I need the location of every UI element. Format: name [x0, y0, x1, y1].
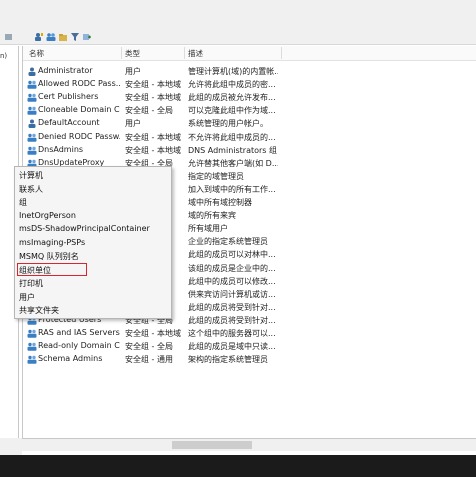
back-icon[interactable] — [4, 32, 14, 42]
table-row[interactable]: Cert Publishers 安全组 - 本地域 此组的成员被允许发布... — [23, 91, 476, 104]
row-name: Cloneable Domain C... — [38, 105, 120, 115]
group-icon — [27, 93, 37, 102]
menu-item[interactable]: 联系人 — [19, 184, 43, 195]
row-description: 所有域用户 — [188, 224, 228, 234]
list-header: 名称 类型 描述 — [23, 46, 476, 61]
column-header-desc[interactable]: 描述 — [188, 48, 203, 59]
menu-item[interactable]: 组 — [19, 197, 27, 208]
row-description: 域中所有域控制器 — [188, 198, 252, 207]
group-icon — [27, 107, 37, 116]
group-icon — [27, 329, 37, 338]
user-icon — [28, 119, 36, 129]
row-description: 企业的指定系统管理员 — [188, 237, 268, 247]
row-name: Cert Publishers — [38, 92, 99, 102]
table-row[interactable]: DnsAdmins 安全组 - 本地域 DNS Administrators 组 — [23, 144, 476, 157]
tree-item-fragment[interactable]: n) — [0, 52, 7, 60]
row-description: 系统管理的用户帐户。 — [188, 119, 268, 129]
toolbar — [0, 30, 476, 45]
row-name: RAS and IAS Servers — [38, 328, 120, 337]
row-type: 安全组 - 通用 — [125, 355, 173, 365]
table-row[interactable]: Schema Admins 安全组 - 通用 架构的指定系统管理员 — [23, 353, 476, 366]
row-name: DefaultAccount — [38, 118, 100, 128]
group-icon — [27, 80, 37, 89]
table-row[interactable]: DefaultAccount 用户 系统管理的用户帐户。 — [23, 117, 476, 130]
new-ou-icon[interactable] — [58, 32, 68, 42]
row-description: DNS Administrators 组 — [188, 145, 278, 155]
column-header-name[interactable]: 名称 — [29, 48, 44, 59]
table-row[interactable]: Cloneable Domain C... 安全组 - 全局 可以克隆此组中作为域.… — [23, 104, 476, 117]
group-icon — [27, 146, 37, 155]
new-object-menu: 计算机联系人组 InetOrgPerson msDS-ShadowPrincipal… — [14, 166, 172, 319]
column-header-type[interactable]: 类型 — [125, 48, 140, 59]
taskbar — [0, 455, 476, 477]
row-type: 安全组 - 全局 — [125, 342, 173, 352]
menu-item[interactable]: msImaging-PSPs — [19, 238, 85, 247]
row-name: Administrator — [38, 66, 93, 75]
row-type: 安全组 - 本地域 — [125, 80, 181, 90]
table-row[interactable]: Allowed RODC Pass... 安全组 - 本地域 允许将此组中成员的密.… — [23, 78, 476, 91]
row-description: 指定的域管理员 — [188, 171, 244, 181]
row-description: 此组的成员是域中只读... — [188, 342, 276, 352]
row-description: 允许将此组中成员的密... — [188, 80, 276, 90]
user-icon — [28, 67, 36, 76]
table-row[interactable]: RAS and IAS Servers 安全组 - 本地域 这个组中的服务器可以..… — [23, 327, 476, 340]
row-type: 安全组 - 本地域 — [125, 93, 181, 103]
row-description: 此组的成员可以对林中... — [188, 250, 276, 260]
row-name: Read-only Domain C... — [38, 341, 120, 351]
row-description: 此组的成员将受到针对... — [188, 302, 276, 312]
table-row[interactable]: Administrator 用户 管理计算机(域)的内置帐... — [23, 65, 476, 78]
title-area — [0, 0, 476, 30]
group-icon — [27, 355, 37, 364]
row-description: 加入到域中的所有工作... — [188, 184, 276, 194]
row-description: 域的所有来宾 — [188, 211, 236, 221]
menu-item[interactable]: msDS-ShadowPrincipalContainer — [19, 224, 150, 233]
row-name: Denied RODC Passw... — [38, 131, 120, 141]
row-type: 用户 — [125, 67, 141, 76]
row-description: 允许替其他客户端(如 D... — [188, 158, 278, 168]
menu-item[interactable]: 共享文件夹 — [19, 305, 59, 316]
row-description: 可以克隆此组中作为域... — [188, 106, 276, 116]
horizontal-scrollbar[interactable] — [22, 438, 476, 451]
row-description: 此组的成员将受到针对... — [188, 315, 276, 325]
table-row[interactable]: Denied RODC Passw... 安全组 - 本地域 不允许将此组中成员的.… — [23, 131, 476, 144]
table-row[interactable]: Read-only Domain C... 安全组 - 全局 此组的成员是域中只读.… — [23, 340, 476, 353]
new-user-icon[interactable] — [34, 32, 44, 42]
row-type: 用户 — [125, 119, 141, 129]
row-description: 管理计算机(域)的内置帐... — [188, 67, 278, 76]
group-icon — [27, 133, 37, 142]
row-name: DnsAdmins — [38, 144, 84, 154]
new-group-icon[interactable] — [46, 32, 56, 42]
row-description: 这个组中的服务器可以... — [188, 329, 276, 338]
row-type: 安全组 - 全局 — [125, 106, 173, 116]
column-divider[interactable] — [121, 47, 122, 59]
scrollbar-thumb[interactable] — [172, 441, 252, 449]
menu-item[interactable]: 用户 — [19, 292, 35, 303]
row-type: 安全组 - 本地域 — [125, 329, 181, 338]
row-description: 此组中的成员可以修改... — [188, 276, 276, 286]
menu-item[interactable]: 打印机 — [19, 278, 43, 289]
row-description: 架构的指定系统管理员 — [188, 355, 268, 365]
column-divider[interactable] — [184, 47, 185, 59]
row-description: 供来宾访问计算机或访... — [188, 289, 276, 299]
menu-item[interactable]: 组织单位 — [19, 265, 51, 276]
row-type: 安全组 - 本地域 — [125, 145, 181, 155]
row-type: 安全组 - 本地域 — [125, 132, 181, 142]
row-description: 不允许将此组中成员的... — [188, 132, 276, 142]
menu-item[interactable]: 计算机 — [19, 170, 43, 181]
add-to-group-icon[interactable] — [82, 32, 92, 42]
menu-item[interactable]: InetOrgPerson — [19, 211, 76, 220]
row-name: Allowed RODC Pass... — [38, 79, 120, 89]
row-name: Schema Admins — [38, 354, 103, 364]
menu-item[interactable]: MSMQ 队列别名 — [19, 251, 79, 262]
filter-icon[interactable] — [70, 32, 80, 42]
tree-scroll-corner — [0, 438, 22, 455]
column-divider[interactable] — [281, 47, 282, 59]
group-icon — [27, 342, 37, 351]
row-description: 此组的成员被允许发布... — [188, 93, 276, 103]
row-description: 该组的成员是企业中的... — [188, 263, 276, 273]
